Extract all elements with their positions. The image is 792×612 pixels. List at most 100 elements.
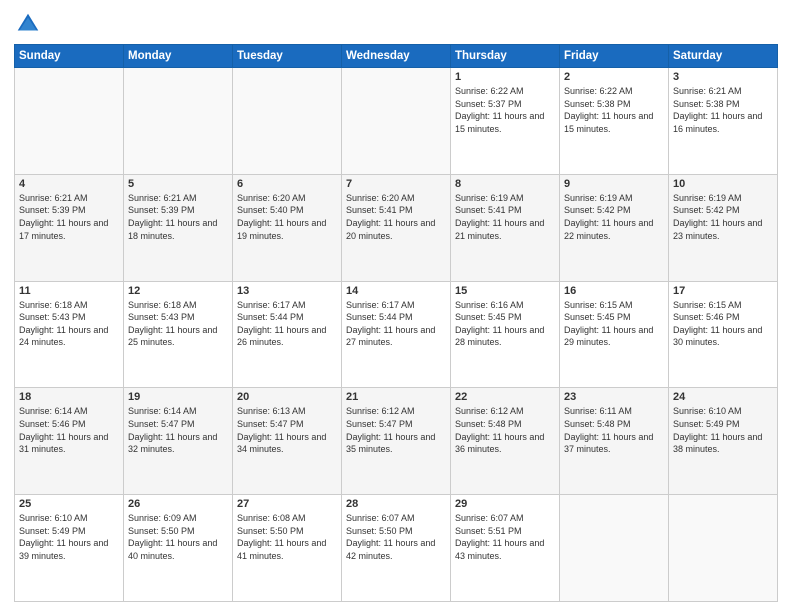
- day-info: Sunrise: 6:20 AM Sunset: 5:40 PM Dayligh…: [237, 192, 337, 242]
- day-info: Sunrise: 6:13 AM Sunset: 5:47 PM Dayligh…: [237, 405, 337, 455]
- calendar-cell: 25 Sunrise: 6:10 AM Sunset: 5:49 PM Dayli…: [15, 495, 124, 602]
- calendar-cell: 26 Sunrise: 6:09 AM Sunset: 5:50 PM Dayli…: [124, 495, 233, 602]
- day-info: Sunrise: 6:11 AM Sunset: 5:48 PM Dayligh…: [564, 405, 664, 455]
- day-number: 8: [455, 178, 555, 190]
- day-number: 7: [346, 178, 446, 190]
- day-number: 24: [673, 391, 773, 403]
- day-number: 3: [673, 71, 773, 83]
- calendar-cell: [15, 68, 124, 175]
- day-info: Sunrise: 6:08 AM Sunset: 5:50 PM Dayligh…: [237, 512, 337, 562]
- day-number: 19: [128, 391, 228, 403]
- header: [14, 10, 778, 38]
- calendar-cell: 16Sunrise: 6:15 AM Sunset: 5:45 PM Dayli…: [560, 281, 669, 388]
- calendar-cell: 12Sunrise: 6:18 AM Sunset: 5:43 PM Dayli…: [124, 281, 233, 388]
- day-number: 25: [19, 498, 119, 510]
- calendar-cell: [560, 495, 669, 602]
- logo-icon: [14, 10, 42, 38]
- day-info: Sunrise: 6:19 AM Sunset: 5:41 PM Dayligh…: [455, 192, 555, 242]
- day-number: 27: [237, 498, 337, 510]
- calendar-cell: 2 Sunrise: 6:22 AM Sunset: 5:38 PM Daylig…: [560, 68, 669, 175]
- calendar-cell: 4 Sunrise: 6:21 AM Sunset: 5:39 PM Daylig…: [15, 174, 124, 281]
- page: SundayMondayTuesdayWednesdayThursdayFrid…: [0, 0, 792, 612]
- day-number: 5: [128, 178, 228, 190]
- day-number: 22: [455, 391, 555, 403]
- day-number: 10: [673, 178, 773, 190]
- day-info: Sunrise: 6:12 AM Sunset: 5:47 PM Dayligh…: [346, 405, 446, 455]
- day-info: Sunrise: 6:07 AM Sunset: 5:50 PM Dayligh…: [346, 512, 446, 562]
- day-info: Sunrise: 6:10 AM Sunset: 5:49 PM Dayligh…: [673, 405, 773, 455]
- day-info: Sunrise: 6:22 AM Sunset: 5:38 PM Dayligh…: [564, 85, 664, 135]
- calendar-cell: 29 Sunrise: 6:07 AM Sunset: 5:51 PM Dayli…: [451, 495, 560, 602]
- day-info: Sunrise: 6:07 AM Sunset: 5:51 PM Dayligh…: [455, 512, 555, 562]
- day-number: 29: [455, 498, 555, 510]
- day-info: Sunrise: 6:14 AM Sunset: 5:47 PM Dayligh…: [128, 405, 228, 455]
- calendar-header-tuesday: Tuesday: [233, 45, 342, 68]
- calendar-week-row: 11 Sunrise: 6:18 AM Sunset: 5:43 PM Dayli…: [15, 281, 778, 388]
- day-info: Sunrise: 6:18 AM Sunset: 5:43 PM Dayligh…: [19, 299, 119, 349]
- calendar-header-saturday: Saturday: [669, 45, 778, 68]
- day-number: 12: [128, 285, 228, 297]
- day-info: Sunrise: 6:19 AM Sunset: 5:42 PM Dayligh…: [564, 192, 664, 242]
- calendar-header-thursday: Thursday: [451, 45, 560, 68]
- day-info: Sunrise: 6:15 AM Sunset: 5:46 PM Dayligh…: [673, 299, 773, 349]
- day-info: Sunrise: 6:22 AM Sunset: 5:37 PM Dayligh…: [455, 85, 555, 135]
- day-number: 9: [564, 178, 664, 190]
- calendar-cell: 17 Sunrise: 6:15 AM Sunset: 5:46 PM Dayli…: [669, 281, 778, 388]
- calendar-week-row: 18 Sunrise: 6:14 AM Sunset: 5:46 PM Dayli…: [15, 388, 778, 495]
- day-info: Sunrise: 6:15 AM Sunset: 5:45 PM Dayligh…: [564, 299, 664, 349]
- day-info: Sunrise: 6:09 AM Sunset: 5:50 PM Dayligh…: [128, 512, 228, 562]
- calendar-cell: [342, 68, 451, 175]
- calendar-week-row: 1 Sunrise: 6:22 AM Sunset: 5:37 PM Daylig…: [15, 68, 778, 175]
- calendar-cell: 23 Sunrise: 6:11 AM Sunset: 5:48 PM Dayli…: [560, 388, 669, 495]
- calendar-cell: 28Sunrise: 6:07 AM Sunset: 5:50 PM Dayli…: [342, 495, 451, 602]
- day-number: 11: [19, 285, 119, 297]
- day-number: 13: [237, 285, 337, 297]
- calendar-cell: 7 Sunrise: 6:20 AM Sunset: 5:41 PM Daylig…: [342, 174, 451, 281]
- day-number: 18: [19, 391, 119, 403]
- calendar-cell: 10 Sunrise: 6:19 AM Sunset: 5:42 PM Dayli…: [669, 174, 778, 281]
- calendar-header-wednesday: Wednesday: [342, 45, 451, 68]
- calendar-cell: 15 Sunrise: 6:16 AM Sunset: 5:45 PM Dayli…: [451, 281, 560, 388]
- calendar-cell: 13 Sunrise: 6:17 AM Sunset: 5:44 PM Dayli…: [233, 281, 342, 388]
- day-number: 4: [19, 178, 119, 190]
- calendar-cell: 21 Sunrise: 6:12 AM Sunset: 5:47 PM Dayli…: [342, 388, 451, 495]
- day-info: Sunrise: 6:17 AM Sunset: 5:44 PM Dayligh…: [237, 299, 337, 349]
- day-info: Sunrise: 6:21 AM Sunset: 5:39 PM Dayligh…: [19, 192, 119, 242]
- day-info: Sunrise: 6:16 AM Sunset: 5:45 PM Dayligh…: [455, 299, 555, 349]
- logo: [14, 10, 46, 38]
- calendar-cell: 14 Sunrise: 6:17 AM Sunset: 5:44 PM Dayli…: [342, 281, 451, 388]
- calendar-header-friday: Friday: [560, 45, 669, 68]
- day-info: Sunrise: 6:14 AM Sunset: 5:46 PM Dayligh…: [19, 405, 119, 455]
- calendar-cell: 9 Sunrise: 6:19 AM Sunset: 5:42 PM Daylig…: [560, 174, 669, 281]
- calendar-table: SundayMondayTuesdayWednesdayThursdayFrid…: [14, 44, 778, 602]
- day-number: 17: [673, 285, 773, 297]
- calendar-cell: 22 Sunrise: 6:12 AM Sunset: 5:48 PM Dayli…: [451, 388, 560, 495]
- calendar-cell: 8 Sunrise: 6:19 AM Sunset: 5:41 PM Daylig…: [451, 174, 560, 281]
- day-number: 21: [346, 391, 446, 403]
- day-info: Sunrise: 6:19 AM Sunset: 5:42 PM Dayligh…: [673, 192, 773, 242]
- day-info: Sunrise: 6:20 AM Sunset: 5:41 PM Dayligh…: [346, 192, 446, 242]
- calendar-cell: 5 Sunrise: 6:21 AM Sunset: 5:39 PM Daylig…: [124, 174, 233, 281]
- day-info: Sunrise: 6:21 AM Sunset: 5:38 PM Dayligh…: [673, 85, 773, 135]
- day-number: 15: [455, 285, 555, 297]
- calendar-cell: 11 Sunrise: 6:18 AM Sunset: 5:43 PM Dayli…: [15, 281, 124, 388]
- day-info: Sunrise: 6:10 AM Sunset: 5:49 PM Dayligh…: [19, 512, 119, 562]
- day-number: 26: [128, 498, 228, 510]
- day-number: 2: [564, 71, 664, 83]
- calendar-week-row: 4 Sunrise: 6:21 AM Sunset: 5:39 PM Daylig…: [15, 174, 778, 281]
- calendar-header-monday: Monday: [124, 45, 233, 68]
- day-info: Sunrise: 6:17 AM Sunset: 5:44 PM Dayligh…: [346, 299, 446, 349]
- day-info: Sunrise: 6:12 AM Sunset: 5:48 PM Dayligh…: [455, 405, 555, 455]
- calendar-week-row: 25 Sunrise: 6:10 AM Sunset: 5:49 PM Dayli…: [15, 495, 778, 602]
- calendar-cell: 19 Sunrise: 6:14 AM Sunset: 5:47 PM Dayli…: [124, 388, 233, 495]
- day-number: 23: [564, 391, 664, 403]
- day-number: 6: [237, 178, 337, 190]
- day-number: 14: [346, 285, 446, 297]
- day-info: Sunrise: 6:21 AM Sunset: 5:39 PM Dayligh…: [128, 192, 228, 242]
- calendar-cell: 3 Sunrise: 6:21 AM Sunset: 5:38 PM Daylig…: [669, 68, 778, 175]
- calendar-cell: [669, 495, 778, 602]
- calendar-header-sunday: Sunday: [15, 45, 124, 68]
- calendar-cell: [233, 68, 342, 175]
- day-number: 1: [455, 71, 555, 83]
- calendar-header-row: SundayMondayTuesdayWednesdayThursdayFrid…: [15, 45, 778, 68]
